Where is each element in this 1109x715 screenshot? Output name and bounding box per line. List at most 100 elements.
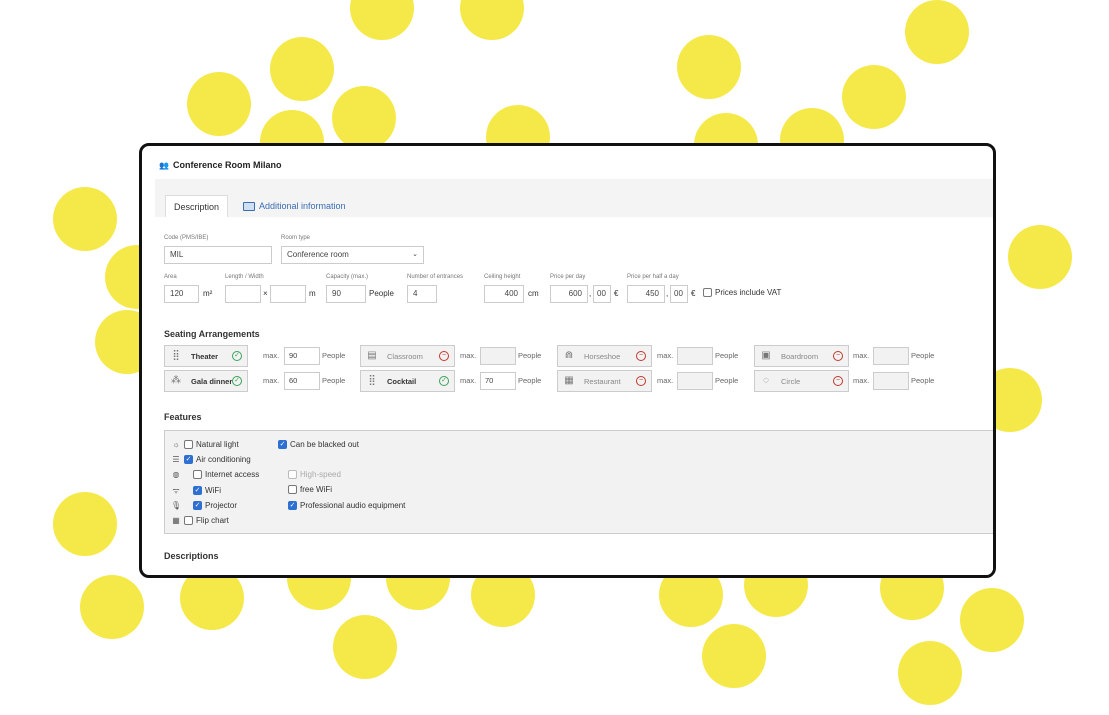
seating-toggle-restaurant[interactable]: ▦ Restaurant − [557, 370, 652, 392]
feature-blackout[interactable]: ✓ Can be blacked out [278, 440, 359, 449]
ceiling-input[interactable]: 400 [484, 285, 524, 303]
horseshoe-layout-icon: ⋒ [564, 350, 574, 361]
natural-light-checkbox[interactable] [184, 440, 193, 449]
free-wifi-checkbox[interactable] [288, 485, 297, 494]
seating-capacity-input[interactable] [480, 347, 516, 365]
feature-wifi[interactable]: ᯤ ✓ WiFi [171, 485, 221, 496]
chevron-down-icon: ⌄ [412, 251, 418, 258]
blackout-checkbox[interactable]: ✓ [278, 440, 287, 449]
feature-free-wifi[interactable]: free WiFi [288, 485, 332, 494]
seating-capacity-input[interactable] [873, 347, 909, 365]
air-conditioning-checkbox[interactable]: ✓ [184, 455, 193, 464]
feature-air-conditioning[interactable]: ☰ ✓ Air conditioning [171, 455, 251, 464]
feature-internet[interactable]: ◍ Internet access [171, 470, 259, 479]
minus-circle-icon[interactable]: − [833, 351, 843, 361]
internet-checkbox[interactable] [193, 470, 202, 479]
price-day-decimals[interactable]: 00 [593, 285, 611, 303]
free-wifi-label: free WiFi [300, 485, 332, 494]
card-title: 👥 Conference Room Milano [159, 160, 281, 170]
projector-checkbox[interactable]: ✓ [193, 501, 202, 510]
descriptions-title: Descriptions [164, 551, 219, 561]
seating-toggle-cocktail[interactable]: ⣿ Cocktail ✓ [360, 370, 455, 392]
feature-audio[interactable]: ✓ Professional audio equipment [288, 501, 405, 510]
seating-toggle-circle[interactable]: ◌ Circle − [754, 370, 849, 392]
feature-highspeed[interactable]: High-speed [288, 470, 341, 479]
seating-capacity-input[interactable] [873, 372, 909, 390]
decor-dot [53, 187, 117, 251]
audio-checkbox[interactable]: ✓ [288, 501, 297, 510]
seating-capacity-input[interactable] [677, 372, 713, 390]
price-half-decimals[interactable]: 00 [670, 285, 688, 303]
price-half-separator: , [666, 289, 669, 298]
theater-layout-icon: ⣿ [172, 350, 180, 361]
vat-checkbox[interactable] [703, 288, 712, 297]
feature-natural-light[interactable]: ☼ Natural light [171, 440, 239, 449]
seating-capacity-input[interactable]: 60 [284, 372, 320, 390]
people-label: People [322, 351, 346, 360]
price-day-currency: € [614, 289, 619, 298]
check-circle-icon[interactable]: ✓ [439, 376, 449, 386]
seating-name: Boardroom [781, 352, 819, 361]
globe-icon: ◍ [172, 470, 180, 479]
main-panel: Description Additional information Code … [155, 179, 993, 575]
seating-toggle-boardroom[interactable]: ▣ Boardroom − [754, 345, 849, 367]
seating-capacity-input[interactable]: 70 [480, 372, 516, 390]
code-input[interactable]: MIL [164, 246, 272, 264]
decor-dot [960, 588, 1024, 652]
feature-flip-chart[interactable]: ▦ Flip chart [171, 516, 229, 525]
wifi-checkbox[interactable]: ✓ [193, 486, 202, 495]
tab-description[interactable]: Description [165, 195, 229, 217]
check-circle-icon[interactable]: ✓ [232, 376, 242, 386]
vat-option[interactable]: Prices include VAT [703, 288, 781, 297]
flip-chart-icon: ▦ [172, 516, 180, 525]
max-label: max. [853, 376, 870, 385]
check-circle-icon[interactable]: ✓ [232, 351, 242, 361]
boardroom-layout-icon: ▣ [761, 350, 771, 361]
seating-toggle-horseshoe[interactable]: ⋒ Horseshoe − [557, 345, 652, 367]
feature-projector[interactable]: 🎙 ✓ Projector [171, 501, 237, 510]
people-label: People [911, 376, 935, 385]
decor-dot [905, 0, 969, 64]
room-type-value: Conference room [287, 250, 349, 259]
people-label: People [322, 376, 346, 385]
sliders-icon: ☰ [172, 455, 180, 464]
area-input[interactable]: 120 [164, 285, 199, 303]
minus-circle-icon[interactable]: − [636, 351, 646, 361]
seating-capacity-input[interactable] [677, 347, 713, 365]
width-input[interactable] [270, 285, 306, 303]
tab-additional-information[interactable]: Additional information [235, 195, 354, 217]
seating-title: Seating Arrangements [164, 329, 260, 339]
ceiling-unit: cm [528, 289, 539, 298]
capacity-label: Capacity (max.) [326, 274, 369, 280]
max-label: max. [853, 351, 870, 360]
minus-circle-icon[interactable]: − [636, 376, 646, 386]
decor-dot [842, 65, 906, 129]
max-label: max. [460, 376, 477, 385]
seating-capacity-input[interactable]: 90 [284, 347, 320, 365]
price-day-input[interactable]: 600 [550, 285, 588, 303]
seating-name: Circle [781, 377, 801, 386]
seating-toggle-classroom[interactable]: ▤ Classroom − [360, 345, 455, 367]
internet-label: Internet access [205, 470, 260, 479]
flip-chart-checkbox[interactable] [184, 516, 193, 525]
entrances-input[interactable]: 4 [407, 285, 437, 303]
decor-dot [702, 624, 766, 688]
highspeed-checkbox[interactable] [288, 470, 297, 479]
capacity-input[interactable]: 90 [326, 285, 366, 303]
minus-circle-icon[interactable]: − [439, 351, 449, 361]
length-input[interactable] [225, 285, 261, 303]
seating-toggle-gala-dinner[interactable]: ⁂ Gala dinner ✓ [164, 370, 248, 392]
natural-light-label: Natural light [196, 440, 239, 449]
seating-name: Horseshoe [584, 352, 621, 361]
area-label: Area [164, 274, 177, 280]
highspeed-label: High-speed [300, 470, 341, 479]
seating-name: Theater [191, 352, 219, 361]
sun-icon: ☼ [172, 440, 180, 449]
room-type-label: Room type [281, 235, 311, 241]
decor-dot [80, 575, 144, 639]
minus-circle-icon[interactable]: − [833, 376, 843, 386]
room-type-select[interactable]: Conference room ⌄ [281, 246, 424, 264]
price-half-input[interactable]: 450 [627, 285, 665, 303]
seating-toggle-theater[interactable]: ⣿ Theater ✓ [164, 345, 248, 367]
room-card: 👥 Conference Room Milano Description Add… [139, 143, 996, 578]
